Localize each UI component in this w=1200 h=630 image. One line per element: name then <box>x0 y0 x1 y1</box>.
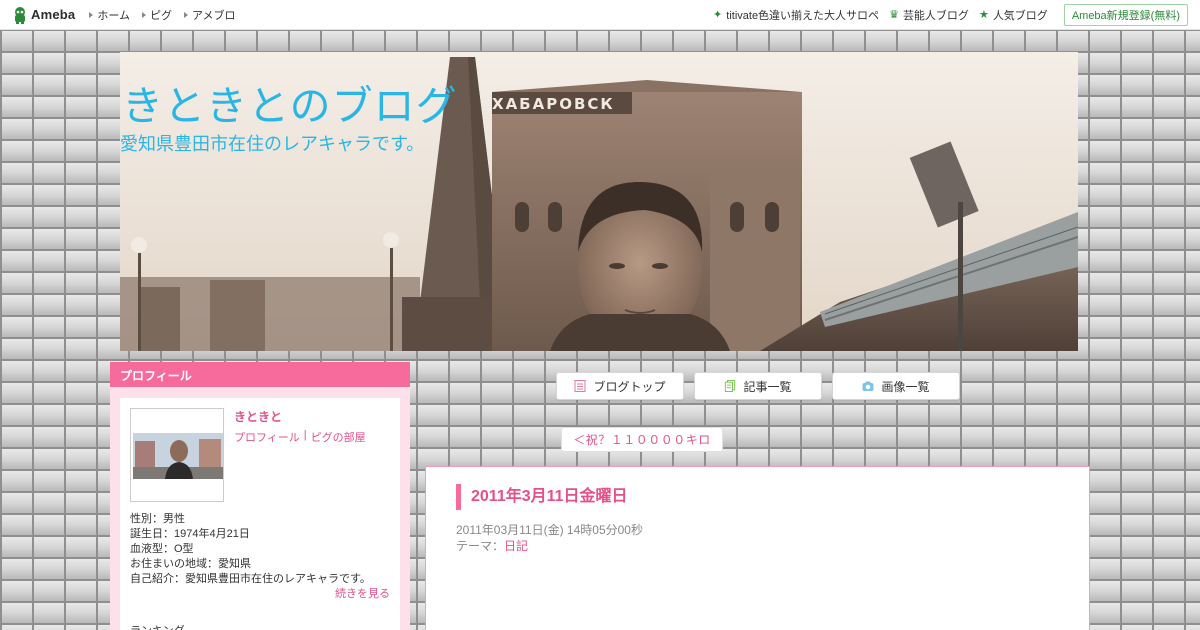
profile-birthday: 誕生日：1974年4月21日 <box>130 528 250 540</box>
link-separator: | <box>303 429 307 441</box>
triangle-right-icon <box>89 11 94 18</box>
popular-blog-label: 人気ブログ <box>992 9 1048 22</box>
read-more-link[interactable]: 続きを見る <box>335 585 390 601</box>
tab-blog-top[interactable]: ブログトップ <box>556 372 684 400</box>
global-nav: ホーム ピグ アメブロ <box>89 7 235 23</box>
tab-article-list-label: 記事一覧 <box>743 379 792 394</box>
profile-heading: プロフィール <box>110 362 410 387</box>
article-title[interactable]: 2011年3月11日金曜日 <box>456 484 628 510</box>
sidebar: プロフィール きときと プロフィール | ピグの部屋 性別：男性 誕生日：197 <box>110 362 410 630</box>
nav-home-label: ホーム <box>97 9 131 22</box>
nav-pigg-label: ピグ <box>150 9 173 22</box>
celebrity-blog-link[interactable]: ♛ 芸能人ブログ <box>889 7 969 23</box>
user-name[interactable]: きときと <box>234 408 282 425</box>
profile-blood-type: 血液型：O型 <box>130 543 194 555</box>
previous-article-link[interactable]: ＜祝？１１００００キロ <box>561 427 723 452</box>
profile-links: プロフィール | ピグの部屋 <box>234 429 366 445</box>
nav-home[interactable]: ホーム <box>89 7 130 23</box>
theme-label: テーマ： <box>456 539 505 553</box>
tab-blog-top-label: ブログトップ <box>593 379 666 394</box>
ameba-logo-text: Ameba <box>31 7 76 22</box>
sparkle-icon: ✦ <box>713 9 723 21</box>
nav-ameblo-label: アメブロ <box>192 9 236 22</box>
profile-gender: 性別：男性 <box>130 513 185 525</box>
camera-icon <box>862 381 874 391</box>
crown-icon: ♛ <box>889 9 899 21</box>
profile-box: きときと プロフィール | ピグの部屋 性別：男性 誕生日：1974年4月21日… <box>120 398 400 630</box>
triangle-right-icon <box>184 11 189 18</box>
avatar[interactable] <box>130 408 224 502</box>
popular-blog-link[interactable]: ★ 人気ブログ <box>979 7 1048 23</box>
avatar-image <box>133 433 223 479</box>
promo-link-label: titivate色違い揃えた大人サロペ <box>726 9 880 22</box>
top-bar: Ameba ホーム ピグ アメブロ ✦ titivate色違い揃えた大人サロペ … <box>0 0 1200 30</box>
avatar-photo <box>133 433 223 479</box>
promo-link[interactable]: ✦ titivate色違い揃えた大人サロペ <box>713 7 879 23</box>
station-sign-text: ХАБАРОВСК <box>492 95 615 113</box>
profile-link[interactable]: プロフィール <box>234 429 300 445</box>
triangle-right-icon <box>142 11 147 18</box>
document-icon <box>574 380 586 392</box>
tab-image-list-label: 画像一覧 <box>881 379 930 394</box>
article-theme: テーマ：日記 <box>456 537 528 554</box>
signup-button[interactable]: Ameba新規登録(無料) <box>1063 3 1188 26</box>
profile-details: 性別：男性 誕生日：1974年4月21日 血液型：O型 お住まいの地域：愛知県 … <box>130 512 392 587</box>
star-icon: ★ <box>978 9 989 21</box>
nav-ameblo[interactable]: アメブロ <box>184 7 235 23</box>
celebrity-blog-label: 芸能人ブログ <box>902 9 969 22</box>
tab-image-list[interactable]: 画像一覧 <box>832 372 960 400</box>
article: 2011年3月11日金曜日 2011年03月11日(金) 14時05分00秒 テ… <box>425 466 1090 630</box>
blog-title[interactable]: きときとのブログ <box>122 72 458 132</box>
tab-article-list[interactable]: 記事一覧 <box>694 372 822 400</box>
ranking-label: ランキング <box>130 622 185 630</box>
nav-pigg[interactable]: ピグ <box>142 7 172 23</box>
header-links: ✦ titivate色違い揃えた大人サロペ ♛ 芸能人ブログ ★ 人気ブログ A… <box>713 3 1188 26</box>
ameba-logo[interactable]: Ameba <box>12 6 75 24</box>
ameba-logo-icon <box>15 6 25 24</box>
article-date: 2011年03月11日(金) 14時05分00秒 <box>456 523 643 537</box>
theme-link[interactable]: 日記 <box>504 539 528 553</box>
list-icon <box>725 380 736 392</box>
profile-region: お住まいの地域：愛知県 <box>130 558 251 570</box>
pigg-room-link[interactable]: ピグの部屋 <box>311 429 366 445</box>
blog-tabs: ブログトップ 記事一覧 画像一覧 <box>556 372 960 400</box>
blog-subtitle: 愛知県豊田市在住のレアキャラです。 <box>120 134 425 154</box>
